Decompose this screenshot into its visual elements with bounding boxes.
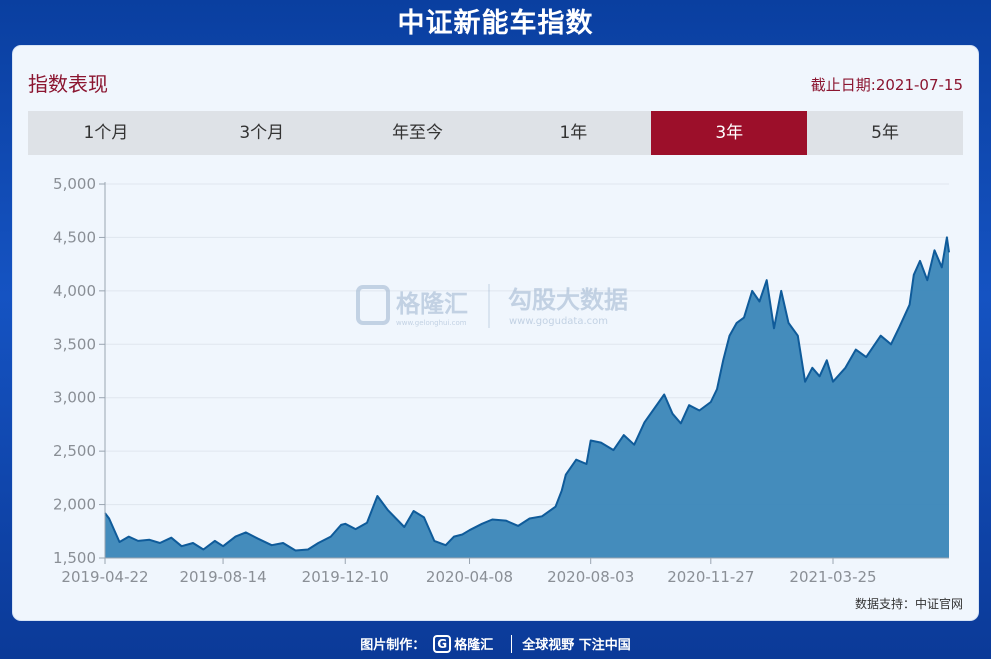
footer-brand: 格隆汇 [454, 638, 494, 653]
y-tick-label: 4,000 [53, 282, 96, 300]
data-source: 数据支持：中证官网 [854, 597, 963, 611]
y-tick-label: 3,000 [53, 389, 96, 407]
footer-logo: G 格隆汇 [433, 634, 493, 653]
x-tick-label: 2019-12-10 [302, 568, 389, 586]
index-panel: 指数表现 截止日期:2021-07-15 1个月 3个月 年至今 1年 3年 5… [13, 46, 978, 620]
x-tick-label: 2020-11-27 [667, 568, 754, 586]
watermark-logo-icon [356, 285, 390, 325]
y-tick-label: 5,000 [53, 175, 96, 193]
footer: 图片制作： G 格隆汇 全球视野 下注中国 [0, 628, 991, 659]
gelonghui-logo-icon: G [433, 634, 452, 653]
index-chart: 格隆汇 www.gelonghui.com 勾股大数据 www.gogudata… [53, 175, 950, 586]
watermark-brand1-url: www.gelonghui.com [396, 319, 467, 327]
watermark-brand2-url: www.gogudata.com [509, 316, 608, 327]
y-tick-label: 3,500 [53, 335, 96, 353]
y-tick-label: 2,500 [53, 442, 96, 460]
x-tick-label: 2019-04-22 [61, 568, 148, 586]
x-tick-label: 2020-08-03 [547, 568, 634, 586]
y-tick-label: 2,000 [53, 496, 96, 514]
x-tick-label: 2021-03-25 [789, 568, 876, 586]
y-tick-label: 1,500 [53, 549, 96, 567]
x-tick-label: 2020-04-08 [426, 568, 513, 586]
footer-made-by: 图片制作： [360, 638, 426, 653]
page-title: 中证新能车指数 [397, 8, 594, 39]
y-tick-label: 4,500 [53, 228, 96, 246]
x-tick-label: 2019-08-14 [179, 568, 266, 586]
footer-slogan: 全球视野 下注中国 [522, 638, 631, 653]
watermark-brand2: 勾股大数据 [508, 286, 628, 314]
watermark-brand1: 格隆汇 [396, 290, 468, 318]
footer-divider [511, 634, 513, 653]
